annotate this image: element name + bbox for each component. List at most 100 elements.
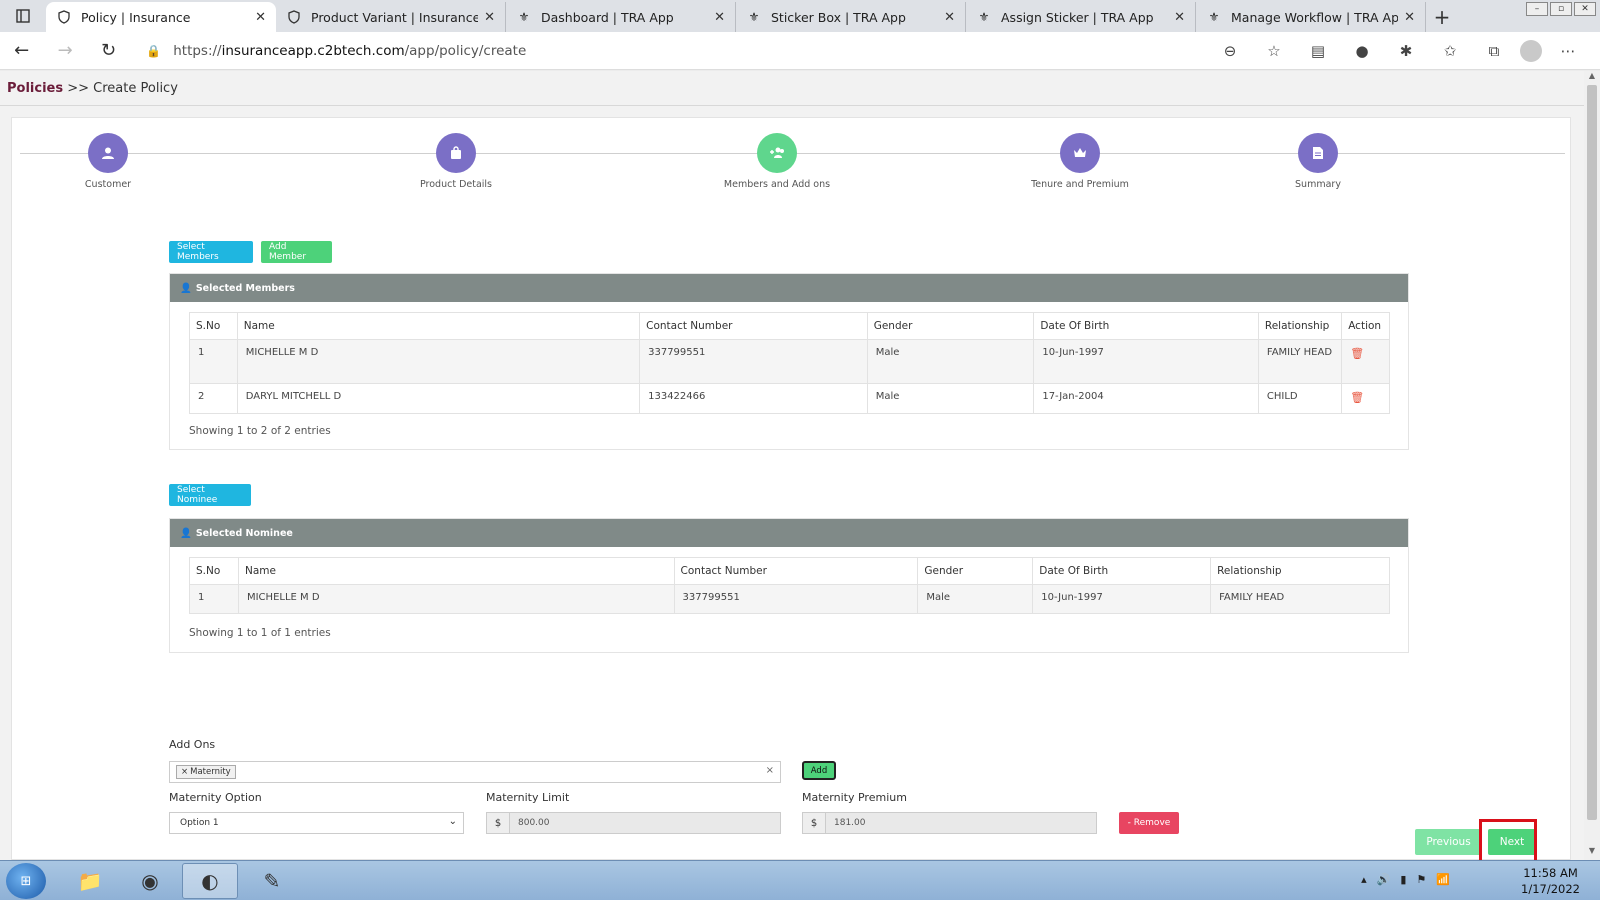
profile-avatar[interactable] bbox=[1520, 39, 1543, 62]
step-label: Summary bbox=[1295, 179, 1341, 190]
user-icon bbox=[88, 133, 128, 173]
forward-icon[interactable]: → bbox=[43, 32, 86, 70]
add-addon-button[interactable]: Add bbox=[802, 761, 836, 780]
cell-contact: 337799551 bbox=[639, 339, 868, 384]
col-gender[interactable]: Gender bbox=[866, 312, 1035, 340]
extensions-icon[interactable]: ✱ bbox=[1388, 36, 1424, 66]
breadcrumb-current: Create Policy bbox=[93, 81, 178, 96]
step-product-details[interactable]: Product Details bbox=[376, 133, 536, 190]
close-icon[interactable]: ✕ bbox=[255, 10, 266, 25]
trash-icon[interactable]: 🗑 bbox=[1350, 347, 1364, 360]
edge-icon[interactable]: ◐ bbox=[182, 863, 238, 899]
back-icon[interactable]: ← bbox=[0, 32, 43, 70]
close-icon[interactable]: ✕ bbox=[714, 10, 725, 25]
browser-tab-2[interactable]: ⚜ Dashboard | TRA App ✕ bbox=[506, 2, 736, 32]
col-dob[interactable]: Date Of Birth bbox=[1032, 557, 1212, 585]
addons-multiselect[interactable]: × Maternity × bbox=[169, 761, 781, 783]
extension-shield-icon[interactable]: ● bbox=[1344, 36, 1380, 66]
volume-icon[interactable]: 🔊 bbox=[1377, 873, 1391, 886]
lock-icon[interactable]: 🔒 bbox=[146, 44, 161, 58]
refresh-icon[interactable]: ↻ bbox=[87, 32, 130, 70]
close-icon[interactable]: ✕ bbox=[944, 10, 955, 25]
notepad-icon[interactable]: ✎ bbox=[244, 863, 300, 899]
new-tab-button[interactable]: + bbox=[1426, 2, 1458, 32]
browser-tab-5[interactable]: ⚜ Manage Workflow | TRA App ✕ bbox=[1196, 2, 1426, 32]
maternity-limit-input[interactable]: 800.00 bbox=[510, 812, 781, 834]
highlight-box bbox=[1479, 819, 1537, 863]
scroll-down-icon[interactable]: ▼ bbox=[1584, 846, 1600, 860]
browser-tab-0[interactable]: Policy | Insurance ✕ bbox=[46, 2, 276, 32]
add-member-button[interactable]: Add Member bbox=[261, 241, 332, 263]
maximize-icon[interactable]: ▫ bbox=[1550, 2, 1572, 16]
cell-gender: Male bbox=[917, 584, 1034, 614]
add-favorite-icon[interactable]: ☆ bbox=[1256, 36, 1292, 66]
tab-title: Manage Workflow | TRA App bbox=[1231, 9, 1399, 25]
clock[interactable]: 11:58 AM 1/17/2022 bbox=[1521, 865, 1580, 897]
step-members-addons[interactable]: Members and Add ons bbox=[697, 133, 857, 190]
breadcrumb-policies[interactable]: Policies bbox=[7, 81, 63, 96]
trash-icon[interactable]: 🗑 bbox=[1350, 391, 1364, 404]
close-icon[interactable]: ✕ bbox=[1404, 10, 1415, 25]
address-bar[interactable]: 🔒 https://insuranceapp.c2btech.com/app/p… bbox=[136, 36, 1212, 66]
col-contact[interactable]: Contact Number bbox=[639, 312, 868, 340]
document-icon bbox=[1298, 133, 1338, 173]
select-nominee-button[interactable]: Select Nominee bbox=[169, 484, 251, 506]
col-name[interactable]: Name bbox=[237, 557, 675, 585]
panel-title: Selected Members bbox=[195, 282, 295, 294]
zoom-icon[interactable]: ⊖ bbox=[1212, 36, 1248, 66]
favorites-icon[interactable]: ✩ bbox=[1432, 36, 1468, 66]
col-dob[interactable]: Date Of Birth bbox=[1033, 312, 1259, 340]
maternity-option-label: Maternity Option bbox=[169, 791, 262, 804]
tab-actions-icon[interactable] bbox=[0, 0, 46, 32]
step-tenure-premium[interactable]: Tenure and Premium bbox=[1000, 133, 1160, 190]
battery-icon[interactable]: ▮ bbox=[1400, 873, 1406, 886]
action-center-icon[interactable]: ⚑ bbox=[1416, 873, 1426, 886]
system-tray: ▴ 🔊 ▮ ⚑ 📶 bbox=[1361, 873, 1450, 886]
scroll-up-icon[interactable]: ▲ bbox=[1584, 71, 1600, 85]
tray-arrow-icon[interactable]: ▴ bbox=[1361, 873, 1367, 886]
col-name[interactable]: Name bbox=[236, 312, 641, 340]
cell-dob: 10-Jun-1997 bbox=[1032, 584, 1212, 614]
maternity-option-select[interactable]: Option 1 ⌄ bbox=[169, 812, 464, 834]
scrollbar-thumb[interactable] bbox=[1587, 85, 1597, 820]
col-relationship[interactable]: Relationship bbox=[1210, 557, 1390, 585]
breadcrumb: Policies >> Create Policy bbox=[7, 81, 178, 96]
close-icon[interactable]: ✕ bbox=[1174, 10, 1185, 25]
maternity-premium-input[interactable]: 181.00 bbox=[826, 812, 1097, 834]
nominee-table: S.No Name Contact Number Gender Date Of … bbox=[189, 557, 1390, 614]
breadcrumb-separator: >> bbox=[67, 81, 90, 96]
start-button[interactable]: ⊞ bbox=[6, 863, 46, 899]
file-explorer-icon[interactable]: 📁 bbox=[62, 863, 118, 899]
maternity-premium-label: Maternity Premium bbox=[802, 791, 907, 804]
minimize-icon[interactable]: – bbox=[1526, 2, 1548, 16]
tag-remove-icon[interactable]: × bbox=[181, 767, 188, 777]
cell-gender: Male bbox=[866, 339, 1035, 384]
page-scrollbar[interactable]: ▲ ▼ bbox=[1584, 71, 1600, 860]
cell-dob: 10-Jun-1997 bbox=[1033, 339, 1259, 384]
reading-list-icon[interactable]: ▤ bbox=[1300, 36, 1336, 66]
browser-tab-1[interactable]: Product Variant | Insurance ✕ bbox=[276, 2, 506, 32]
remove-addon-button[interactable]: - Remove bbox=[1119, 812, 1179, 834]
col-contact[interactable]: Contact Number bbox=[673, 557, 919, 585]
close-icon[interactable]: ✕ bbox=[484, 10, 495, 25]
col-sno[interactable]: S.No bbox=[189, 312, 238, 340]
col-gender[interactable]: Gender bbox=[917, 557, 1034, 585]
cell-sno: 2 bbox=[189, 383, 238, 414]
collections-icon[interactable]: ⧉ bbox=[1476, 36, 1512, 66]
panel-title: Selected Nominee bbox=[195, 527, 293, 539]
emblem-icon: ⚜ bbox=[748, 10, 760, 24]
browser-tab-4[interactable]: ⚜ Assign Sticker | TRA App ✕ bbox=[966, 2, 1196, 32]
cell-relationship: FAMILY HEAD bbox=[1257, 339, 1343, 384]
col-relationship[interactable]: Relationship bbox=[1257, 312, 1343, 340]
more-icon[interactable]: ⋯ bbox=[1550, 36, 1586, 66]
col-sno[interactable]: S.No bbox=[189, 557, 239, 585]
select-members-button[interactable]: Select Members bbox=[169, 241, 253, 263]
chrome-icon[interactable]: ◉ bbox=[122, 863, 178, 899]
clear-icon[interactable]: × bbox=[766, 765, 774, 776]
step-summary[interactable]: Summary bbox=[1238, 133, 1398, 190]
step-customer[interactable]: Customer bbox=[28, 133, 188, 190]
previous-button[interactable]: Previous bbox=[1415, 829, 1482, 855]
network-icon[interactable]: 📶 bbox=[1436, 873, 1450, 886]
browser-tab-3[interactable]: ⚜ Sticker Box | TRA App ✕ bbox=[736, 2, 966, 32]
close-window-icon[interactable]: ✕ bbox=[1574, 2, 1596, 16]
